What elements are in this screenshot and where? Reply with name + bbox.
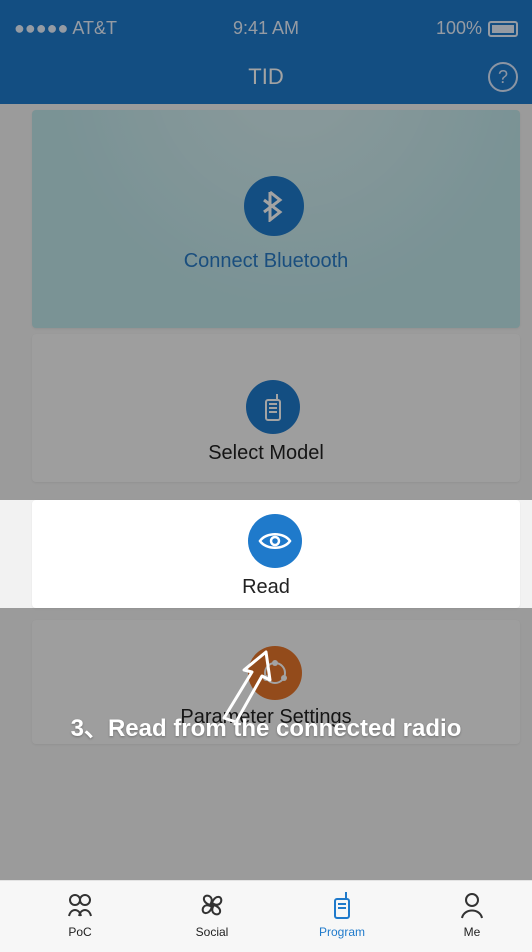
bluetooth-glyph <box>263 190 283 222</box>
eye-icon <box>248 514 302 568</box>
tab-me[interactable]: Me <box>412 889 532 939</box>
people-icon <box>64 889 96 921</box>
user-glyph <box>461 893 483 919</box>
radio-tab-glyph <box>334 892 350 919</box>
status-right: 100% <box>436 18 518 39</box>
tab-social[interactable]: Social <box>152 889 272 939</box>
bluetooth-icon <box>244 176 304 236</box>
user-icon <box>456 889 488 921</box>
guide-caption: 3、Read from the connected radio <box>70 715 462 742</box>
radio-glyph <box>265 394 281 421</box>
tab-bar: PoC Social Program Me <box>0 880 532 952</box>
read-label: Read <box>242 576 290 598</box>
tab-program[interactable]: Program <box>282 889 402 939</box>
eye-glyph <box>258 533 292 549</box>
app-screen: ●●●●● AT&T 9:41 AM 100% TID ? Connect Bl… <box>0 0 532 952</box>
radio-icon <box>246 380 300 434</box>
connect-bluetooth-label: Connect Bluetooth <box>183 250 349 272</box>
top-nav: TID ? <box>0 50 532 104</box>
page-title: TID <box>248 64 284 89</box>
tab-label: Me <box>463 925 481 939</box>
radio-tab-icon <box>326 889 358 921</box>
fan-icon <box>196 889 228 921</box>
tab-poc[interactable]: PoC <box>20 889 140 939</box>
select-model-label: Select Model <box>208 442 324 464</box>
tab-label: Program <box>318 925 365 939</box>
people-glyph <box>68 894 92 917</box>
tab-label: PoC <box>68 925 92 939</box>
fan-glyph <box>201 894 223 916</box>
tab-label: Social <box>195 925 229 939</box>
status-bar: ●●●●● AT&T 9:41 AM 100% <box>0 0 532 50</box>
battery-icon <box>488 20 518 37</box>
help-icon[interactable]: ? <box>488 62 518 92</box>
battery-percent: 100% <box>435 18 482 38</box>
